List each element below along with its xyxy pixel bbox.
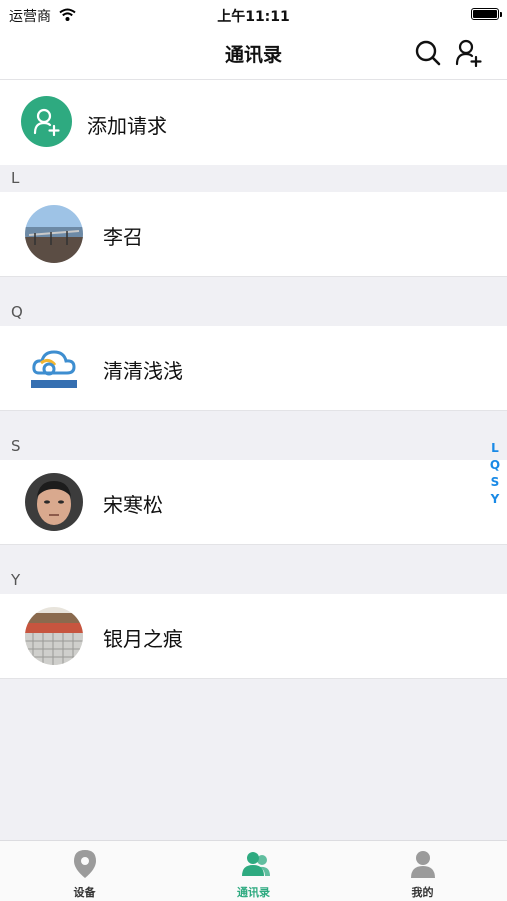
section-letter: Q xyxy=(11,303,23,321)
section-header-s: S xyxy=(0,411,507,460)
avatar xyxy=(25,473,83,531)
add-request-label: 添加请求 xyxy=(87,114,167,138)
section-letter: Y xyxy=(11,571,21,589)
tab-label: 设备 xyxy=(73,886,96,899)
index-letter-q[interactable]: Q xyxy=(488,457,502,474)
battery-icon xyxy=(471,8,502,20)
avatar xyxy=(25,607,83,665)
tab-contacts[interactable]: 通讯录 xyxy=(169,841,338,901)
index-letter-s[interactable]: S xyxy=(488,474,502,491)
avatar xyxy=(25,205,83,263)
index-letter-y[interactable]: Y xyxy=(488,491,502,508)
contact-name: 宋寒松 xyxy=(103,493,163,517)
tab-me[interactable]: 我的 xyxy=(338,841,507,901)
add-user-icon[interactable] xyxy=(455,39,483,71)
tab-label: 通讯录 xyxy=(237,886,270,899)
contact-row-songhansong[interactable]: 宋寒松 xyxy=(0,460,507,545)
contacts-icon xyxy=(241,849,271,883)
alphabet-index[interactable]: L Q S Y xyxy=(488,440,502,508)
contact-row-yinyuezhihen[interactable]: 银月之痕 xyxy=(0,594,507,679)
section-header-l: L xyxy=(0,165,507,192)
tab-bar: 设备 通讯录 我的 xyxy=(0,840,507,901)
add-user-icon xyxy=(21,96,72,147)
contact-row-lizhao[interactable]: 李召 xyxy=(0,192,507,277)
contact-name: 银月之痕 xyxy=(103,627,183,651)
nav-bar: 通讯录 xyxy=(0,28,507,80)
tab-label: 我的 xyxy=(411,886,434,899)
contact-name: 清清浅浅 xyxy=(103,359,183,383)
status-time: 上午11:11 xyxy=(217,9,290,25)
location-pin-icon xyxy=(72,849,98,883)
index-letter-l[interactable]: L xyxy=(488,440,502,457)
add-request-row[interactable]: 添加请求 xyxy=(0,80,507,165)
section-letter: L xyxy=(11,169,20,187)
person-icon xyxy=(410,849,436,883)
tab-devices[interactable]: 设备 xyxy=(0,841,169,901)
section-letter: S xyxy=(11,437,21,455)
status-bar: 运营商 上午11:11 xyxy=(0,0,507,28)
section-header-y: Y xyxy=(0,545,507,594)
search-icon[interactable] xyxy=(414,39,442,71)
contact-row-qingqing[interactable]: 清清浅浅 xyxy=(0,326,507,411)
contact-name: 李召 xyxy=(103,225,143,249)
avatar xyxy=(25,339,83,397)
section-header-q: Q xyxy=(0,277,507,326)
